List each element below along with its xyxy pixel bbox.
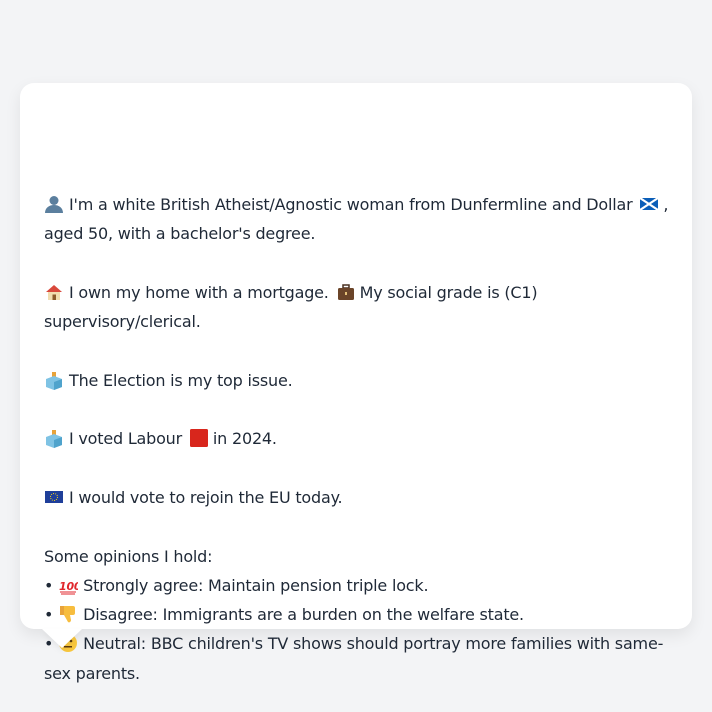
thumbs-down-icon [58,604,78,624]
opinions-heading: Some opinions I hold: [44,546,213,566]
persona-tooltip-card: I'm a white British Atheist/Agnostic wom… [20,83,692,683]
ballot-box-icon [44,370,64,390]
persona-content: I'm a white British Atheist/Agnostic wom… [44,190,670,688]
red-square-icon [189,428,209,448]
opinion-item: • Neutral: BBC children's TV shows shoul… [44,634,664,683]
top-issue-line: The Election is my top issue. [44,366,670,395]
eu-flag-icon [44,487,64,507]
scotland-flag-icon [639,194,659,214]
opinion-item: • Disagree: Immigrants are a burden on t… [44,604,524,625]
house-icon [44,282,64,302]
opinion-item: • 100Strongly agree: Maintain pension tr… [44,575,429,595]
briefcase-icon [336,282,356,302]
hundred-points-icon: 100 [58,575,78,595]
vote-line: I voted Labour in 2024. [44,424,670,453]
ballot-box-icon [44,428,64,449]
person-silhouette-icon [44,194,64,214]
home-line: I own my home with a mortgage. My social… [44,282,538,332]
eu-line: I would vote to rejoin the EU today. [44,483,670,512]
identity-line: I'm a white British Atheist/Agnostic wom… [44,194,669,244]
tooltip-pointer [42,629,82,648]
svg-text:100: 100 [59,580,78,593]
